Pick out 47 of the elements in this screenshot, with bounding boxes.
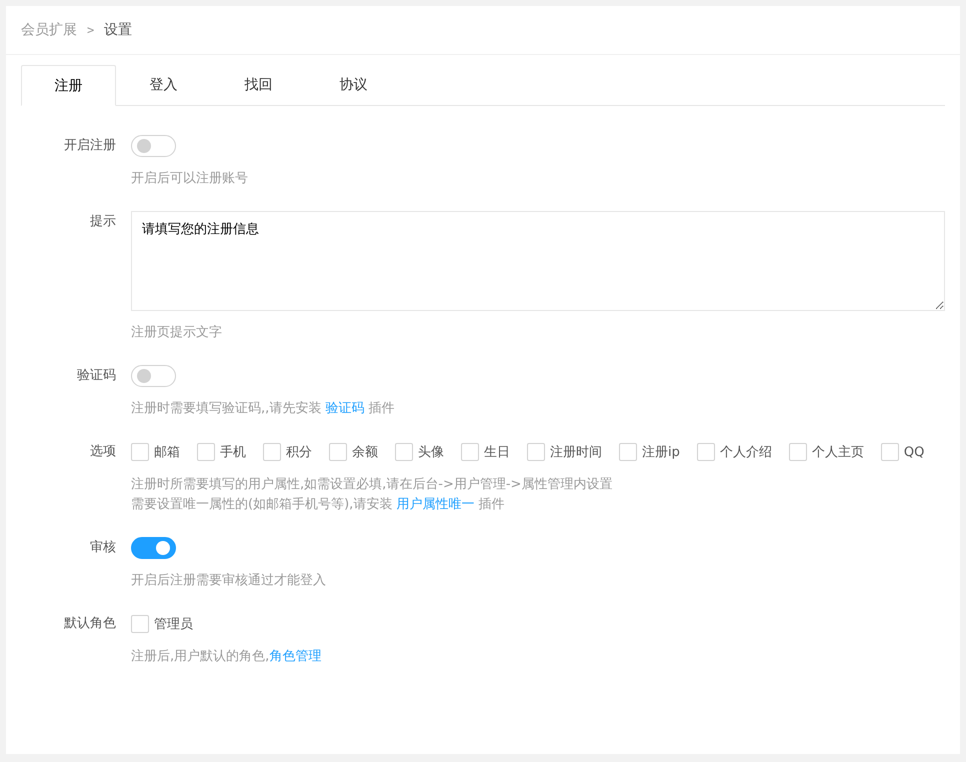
- field-label: 选项: [89, 443, 117, 461]
- checkbox[interactable]: [131, 443, 149, 461]
- checkbox-label: 管理员: [154, 616, 193, 633]
- help-text: 注册时所需要填写的用户属性,如需设置必填,请在后台->用户管理->属性管理内设置: [131, 476, 614, 494]
- field-label: 审核: [89, 539, 117, 557]
- checkbox-label: 生日: [484, 444, 510, 461]
- field-label: 开启注册: [63, 137, 117, 155]
- toggle-switch[interactable]: [131, 537, 176, 559]
- help-text: 开启后可以注册账号: [131, 170, 249, 188]
- checkbox[interactable]: [263, 443, 281, 461]
- checkbox-label: 注册ip: [642, 444, 680, 461]
- toggle-switch[interactable]: [131, 135, 176, 157]
- checkbox-label: 头像: [418, 444, 444, 461]
- checkbox[interactable]: [197, 443, 215, 461]
- checkbox[interactable]: [788, 443, 807, 461]
- tab[interactable]: 登入: [116, 65, 211, 106]
- checkbox-label: 余额: [352, 444, 378, 461]
- checkbox-label: 邮箱: [154, 444, 180, 461]
- field-label: 验证码: [76, 367, 117, 385]
- tab[interactable]: 协议: [306, 65, 401, 106]
- text-area[interactable]: 请填写您的注册信息: [131, 211, 945, 311]
- tab[interactable]: 注册: [21, 65, 116, 106]
- checkbox-label: 手机: [220, 444, 246, 461]
- field-label: 提示: [89, 213, 117, 231]
- checkbox-label: QQ: [904, 444, 924, 460]
- checkbox-label: 积分: [286, 444, 312, 461]
- checkbox[interactable]: [131, 615, 149, 633]
- breadcrumb-separator: >: [87, 23, 94, 37]
- checkbox[interactable]: [395, 443, 413, 461]
- field-label: 默认角色: [63, 615, 117, 633]
- checkbox-label: 个人主页: [812, 444, 864, 461]
- help-text: 开启后注册需要审核通过才能登入: [131, 572, 327, 590]
- help-text: 注册页提示文字: [131, 324, 223, 342]
- checkbox[interactable]: [619, 443, 637, 461]
- help-text: 注册时需要填写验证码,,请先安装 验证码 插件: [131, 400, 396, 418]
- help-text: 注册后,用户默认的角色,角色管理: [131, 648, 322, 666]
- checkbox[interactable]: [329, 443, 347, 461]
- checkbox[interactable]: [527, 443, 545, 461]
- checkbox-label: 个人介绍: [720, 444, 772, 461]
- help-text: 需要设置唯一属性的(如邮箱手机号等),请安装 用户属性唯一 插件: [131, 496, 506, 514]
- tab[interactable]: 找回: [211, 65, 306, 106]
- toggle-switch[interactable]: [131, 365, 176, 387]
- checkbox[interactable]: [461, 443, 479, 461]
- breadcrumb-item: 设置: [104, 21, 132, 39]
- checkbox-label: 注册时间: [550, 444, 602, 461]
- checkbox[interactable]: [880, 443, 899, 461]
- checkbox[interactable]: [696, 443, 715, 461]
